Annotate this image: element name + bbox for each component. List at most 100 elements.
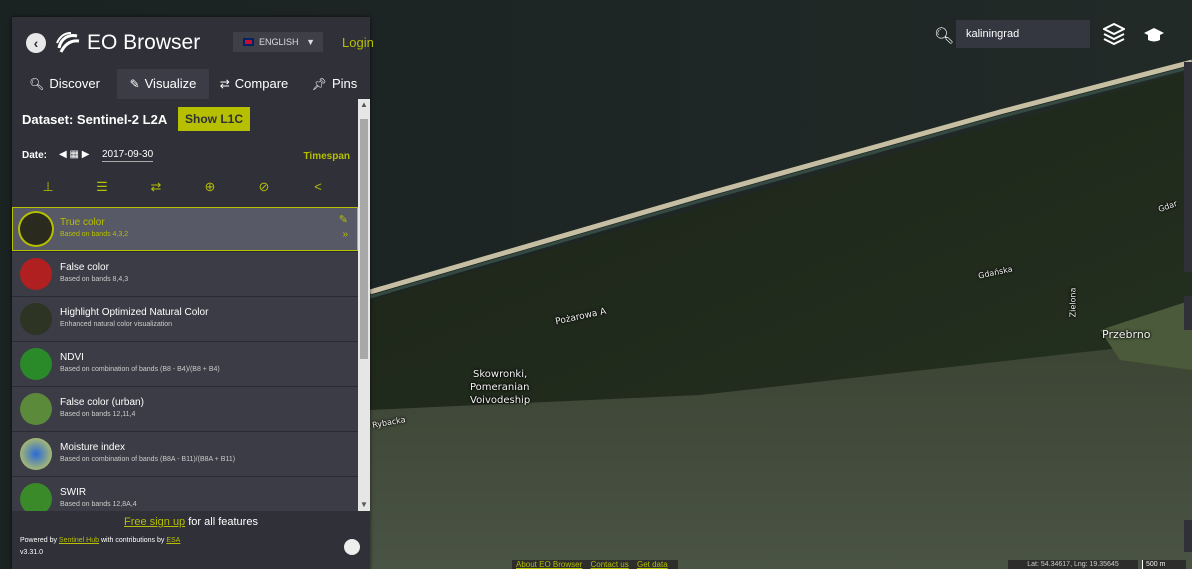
scale-bar: 500 m bbox=[1142, 560, 1186, 569]
tab-pins[interactable]: 📌︎ Pins bbox=[299, 69, 370, 99]
scroll-thumb[interactable] bbox=[360, 119, 368, 359]
free-signup-link[interactable]: Free sign up bbox=[124, 516, 185, 528]
expand-down-icon[interactable]: » bbox=[342, 229, 348, 240]
layer-item-true-color[interactable]: True color Based on bands 4,3,2 ✎ » bbox=[12, 207, 358, 252]
date-label: Date: bbox=[22, 150, 48, 161]
map-label-skowronki-1: Skowronki, bbox=[473, 369, 528, 380]
layers-icon[interactable] bbox=[1103, 22, 1125, 46]
cursor-coordinates: Lat: 54.34617, Lng: 19.35645 bbox=[1008, 560, 1138, 569]
layer-title: True color bbox=[60, 217, 105, 228]
collapse-panel-button[interactable]: ‹ bbox=[26, 33, 46, 53]
side-panel: ‹ EO Browser ENGLISH ▼ Login 🔍︎ Discover … bbox=[12, 17, 374, 569]
login-link[interactable]: Login bbox=[342, 35, 374, 50]
layer-subtitle: Based on bands 8,4,3 bbox=[60, 276, 129, 283]
tab-label: Pins bbox=[331, 76, 358, 91]
layer-thumbnail bbox=[20, 438, 52, 470]
visualize-content: Dataset: Sentinel-2 L2A Show L1C Date: ◀… bbox=[12, 99, 370, 511]
crosshair-icon[interactable]: ⊕ bbox=[200, 179, 220, 197]
dataset-label: Dataset: Sentinel-2 L2A bbox=[22, 112, 168, 127]
caret-down-icon: ▼ bbox=[306, 37, 315, 47]
tab-label: Discover bbox=[49, 76, 100, 91]
layer-item-moisture-index[interactable]: Moisture index Based on combination of b… bbox=[12, 432, 358, 477]
hide-eye-icon[interactable]: ⊘ bbox=[254, 179, 274, 197]
search-icon[interactable]: 🔍︎ bbox=[934, 26, 954, 46]
sliders-icon[interactable]: ☰ bbox=[92, 179, 112, 197]
panel-header: ‹ EO Browser ENGLISH ▼ Login bbox=[12, 17, 374, 69]
language-label: ENGLISH bbox=[259, 37, 299, 47]
layer-thumbnail bbox=[20, 393, 52, 425]
map-label-skowronki-3: Voivodeship bbox=[470, 395, 531, 406]
calendar-icon[interactable]: ▦ bbox=[69, 149, 78, 160]
show-l1c-button[interactable]: Show L1C bbox=[178, 107, 250, 131]
layer-thumbnail bbox=[20, 303, 52, 335]
tab-visualize[interactable]: ✎ Visualize bbox=[117, 69, 209, 99]
timespan-toggle[interactable]: Timespan bbox=[304, 151, 351, 162]
map-label-przebrno: Przebrno bbox=[1102, 328, 1151, 341]
tab-discover[interactable]: 🔍︎ Discover bbox=[12, 69, 117, 99]
share-icon[interactable]: < bbox=[308, 179, 328, 197]
layer-thumbnail bbox=[20, 258, 52, 290]
get-data-link[interactable]: Get data bbox=[637, 560, 668, 569]
right-toolbar-strip[interactable] bbox=[1184, 62, 1192, 272]
layer-subtitle: Based on bands 12,11,4 bbox=[60, 411, 136, 418]
scroll-down-icon[interactable]: ▼ bbox=[358, 499, 370, 511]
about-link[interactable]: About EO Browser bbox=[516, 560, 582, 569]
cookie-icon[interactable] bbox=[344, 539, 360, 555]
powered-prefix: Powered by bbox=[20, 537, 57, 544]
swap-icon: ⇄ bbox=[219, 77, 230, 91]
layer-thumbnail bbox=[20, 483, 52, 511]
map-label-zielona: Zielona bbox=[1068, 287, 1078, 318]
sentinel-hub-link[interactable]: Sentinel Hub bbox=[59, 537, 99, 544]
tab-compare[interactable]: ⇄ Compare bbox=[209, 69, 299, 99]
next-date-icon[interactable]: ▶ bbox=[82, 149, 90, 160]
layer-item-highlight-natural-color[interactable]: Highlight Optimized Natural Color Enhanc… bbox=[12, 297, 358, 342]
tab-label: Visualize bbox=[144, 76, 197, 91]
uk-flag-icon bbox=[243, 38, 254, 46]
bottom-links: About EO Browser Contact us Get data bbox=[512, 560, 678, 569]
pin-icon: 📌︎ bbox=[311, 77, 327, 91]
pin-icon[interactable]: ⊥ bbox=[38, 179, 58, 197]
powered-mid: with contributions by bbox=[100, 537, 165, 544]
tab-label: Compare bbox=[234, 76, 289, 91]
layer-title: SWIR bbox=[60, 487, 87, 498]
main-tabs: 🔍︎ Discover ✎ Visualize ⇄ Compare 📌︎ Pins bbox=[12, 69, 370, 99]
date-input[interactable]: 2017-09-30 bbox=[102, 149, 154, 162]
layer-subtitle: Based on bands 4,3,2 bbox=[60, 231, 129, 238]
prev-date-icon[interactable]: ◀ bbox=[59, 149, 67, 160]
layer-item-swir[interactable]: SWIR Based on bands 12,8A,4 bbox=[12, 477, 358, 511]
compare-icon[interactable]: ⇄ bbox=[146, 179, 166, 197]
layer-item-false-color[interactable]: False color Based on bands 8,4,3 bbox=[12, 252, 358, 297]
layer-item-ndvi[interactable]: NDVI Based on combination of bands (B8 -… bbox=[12, 342, 358, 387]
layer-subtitle: Enhanced natural color visualization bbox=[60, 321, 173, 328]
powered-by-line: Powered by Sentinel Hub with contributio… bbox=[20, 537, 180, 544]
zoom-control[interactable] bbox=[1184, 520, 1192, 552]
signup-line: Free sign up for all features bbox=[12, 516, 370, 528]
esa-link[interactable]: ESA bbox=[166, 537, 180, 544]
layer-toolbar: ⊥ ☰ ⇄ ⊕ ⊘ < bbox=[12, 169, 358, 207]
layer-title: Highlight Optimized Natural Color bbox=[60, 307, 209, 318]
language-selector[interactable]: ENGLISH ▼ bbox=[233, 32, 323, 52]
app-title: EO Browser bbox=[87, 31, 201, 54]
layer-list-scrollbar[interactable]: ▲ ▼ bbox=[358, 99, 370, 511]
layer-thumbnail bbox=[20, 213, 52, 245]
layer-title: False color bbox=[60, 262, 109, 273]
contact-link[interactable]: Contact us bbox=[590, 560, 628, 569]
layer-subtitle: Based on combination of bands (B8 - B4)/… bbox=[60, 366, 220, 373]
panel-footer: Free sign up for all features Powered by… bbox=[12, 511, 370, 569]
version-label: v3.31.0 bbox=[20, 549, 43, 556]
brush-icon: ✎ bbox=[129, 77, 140, 91]
date-row: Date: ◀ ▦ ▶ 2017-09-30 Timespan bbox=[12, 139, 358, 169]
eo-browser-logo-icon bbox=[56, 32, 80, 53]
layer-title: Moisture index bbox=[60, 442, 126, 453]
layer-thumbnail bbox=[20, 348, 52, 380]
layer-title: False color (urban) bbox=[60, 397, 144, 408]
education-cap-icon[interactable] bbox=[1143, 25, 1165, 45]
layer-subtitle: Based on bands 12,8A,4 bbox=[60, 501, 137, 508]
layer-item-false-color-urban[interactable]: False color (urban) Based on bands 12,11… bbox=[12, 387, 358, 432]
right-toolbar-item[interactable] bbox=[1184, 296, 1192, 330]
edit-icon[interactable]: ✎ bbox=[339, 213, 348, 226]
signup-text: for all features bbox=[188, 516, 258, 528]
scroll-up-icon[interactable]: ▲ bbox=[358, 99, 370, 111]
location-search-input[interactable] bbox=[956, 20, 1090, 48]
search-icon: 🔍︎ bbox=[29, 77, 45, 91]
